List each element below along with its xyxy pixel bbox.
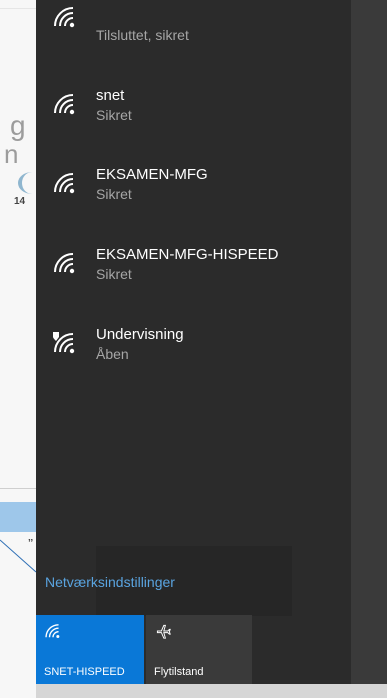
network-status: Sikret — [96, 266, 132, 282]
network-name: Undervisning — [96, 326, 184, 343]
airplane-icon — [156, 624, 171, 639]
wifi-shield-icon — [53, 332, 75, 354]
taskbar-edge — [36, 684, 387, 698]
wifi-icon — [54, 7, 75, 28]
wifi-quick-action-tile[interactable]: SNET-HISPEED — [36, 615, 144, 684]
network-item-eksamen-mfg[interactable]: EKSAMEN-MFG Sikret — [36, 166, 351, 226]
airplane-mode-tile[interactable]: Flytilstand — [146, 615, 252, 684]
network-status: Åben — [96, 346, 129, 362]
network-status: Sikret — [96, 107, 132, 123]
tile-label: SNET-HISPEED — [44, 666, 125, 678]
wifi-icon — [54, 94, 75, 115]
wifi-icon — [54, 173, 75, 194]
network-item-eksamen-mfg-hispeed[interactable]: EKSAMEN-MFG-HISPEED Sikret — [36, 246, 351, 306]
wifi-icon — [45, 624, 60, 639]
wifi-icon — [54, 253, 75, 274]
network-item-connected[interactable]: Tilsluttet, sikret — [36, 7, 351, 80]
network-name: EKSAMEN-MFG — [96, 166, 208, 183]
network-status: Sikret — [96, 186, 132, 202]
network-item-snet[interactable]: snet Sikret — [36, 87, 351, 147]
network-name: EKSAMEN-MFG-HISPEED — [96, 246, 279, 263]
tile-label: Flytilstand — [154, 666, 204, 678]
network-item-undervisning[interactable]: Undervisning Åben — [36, 326, 351, 386]
network-settings-link[interactable]: Netværksindstillinger — [45, 574, 175, 590]
network-name: snet — [96, 87, 125, 104]
flyout-scroll-edge — [351, 0, 387, 684]
network-status: Tilsluttet, sikret — [96, 27, 189, 43]
